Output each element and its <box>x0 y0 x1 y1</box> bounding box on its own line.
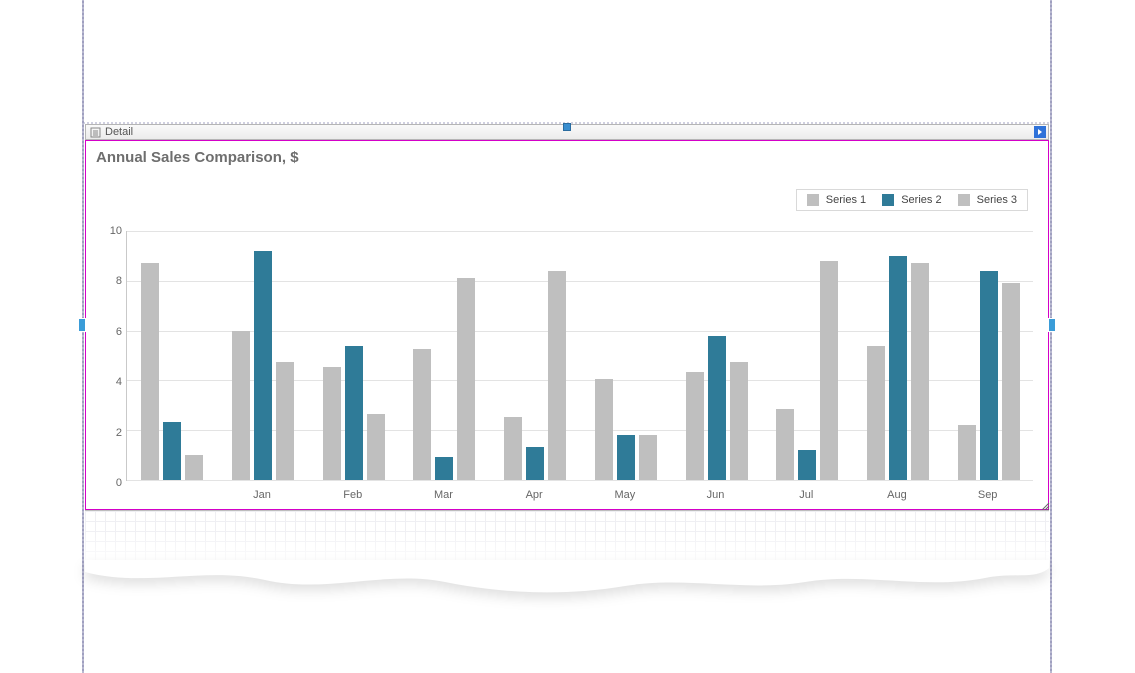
bar-series2-8 <box>889 256 907 480</box>
x-tick-label: Jan <box>253 489 271 501</box>
y-tick-label: 2 <box>108 427 122 439</box>
bar-series2-6 <box>708 336 726 480</box>
bar-series1-3 <box>413 349 431 480</box>
legend-swatch-series3 <box>958 194 970 206</box>
report-designer-surface[interactable]: Detail Annual Sales Comparison, $ Series… <box>85 124 1049 570</box>
legend-item-series3: Series 3 <box>958 194 1017 206</box>
bar-series3-4 <box>548 271 566 480</box>
detail-band-label: Detail <box>105 126 133 138</box>
legend-item-series2: Series 2 <box>882 194 941 206</box>
legend-label-series3: Series 3 <box>977 194 1017 206</box>
band-smart-tag[interactable] <box>1034 126 1046 138</box>
bar-series2-9 <box>980 271 998 480</box>
legend-swatch-series1 <box>807 194 819 206</box>
chart-plot-area <box>126 231 1033 481</box>
legend-label-series1: Series 1 <box>826 194 866 206</box>
x-tick-label: Jun <box>707 489 725 501</box>
y-tick-label: 4 <box>108 376 122 388</box>
bar-series3-1 <box>276 362 294 480</box>
y-tick-label: 10 <box>108 225 122 237</box>
bar-series2-3 <box>435 457 453 480</box>
bar-series1-1 <box>232 331 250 480</box>
x-tick-label: Feb <box>343 489 362 501</box>
bar-series3-6 <box>730 362 748 480</box>
gridline <box>127 480 1033 481</box>
y-tick-label: 6 <box>108 326 122 338</box>
x-tick-label: May <box>614 489 635 501</box>
x-tick-label: Aug <box>887 489 907 501</box>
bar-series1-6 <box>686 372 704 480</box>
bar-series1-8 <box>867 346 885 480</box>
bar-series1-9 <box>958 425 976 480</box>
selection-handle-east[interactable] <box>1048 318 1056 332</box>
band-center-handle[interactable] <box>563 123 571 131</box>
bar-series3-3 <box>457 278 475 480</box>
legend-item-series1: Series 1 <box>807 194 866 206</box>
bar-series1-2 <box>323 367 341 480</box>
bar-series3-9 <box>1002 283 1020 480</box>
x-tick-label: Mar <box>434 489 453 501</box>
bar-series2-2 <box>345 346 363 480</box>
chart-control[interactable]: Annual Sales Comparison, $ Series 1 Seri… <box>85 140 1049 510</box>
bar-series2-7 <box>798 450 816 480</box>
y-tick-label: 8 <box>108 275 122 287</box>
design-grid-area[interactable] <box>85 510 1049 570</box>
bar-series3-2 <box>367 414 385 480</box>
bar-series3-8 <box>911 263 929 480</box>
legend-label-series2: Series 2 <box>901 194 941 206</box>
bar-series3-7 <box>820 261 838 480</box>
bar-series1-0 <box>141 263 159 480</box>
bar-series2-0 <box>163 422 181 480</box>
detail-band-icon <box>90 127 101 138</box>
x-tick-label: Apr <box>526 489 543 501</box>
bar-series2-1 <box>254 251 272 480</box>
legend-swatch-series2 <box>882 194 894 206</box>
bar-series3-0 <box>185 455 203 480</box>
bar-series1-4 <box>504 417 522 480</box>
x-tick-label: Sep <box>978 489 998 501</box>
bar-series1-7 <box>776 409 794 480</box>
x-tick-label: Jul <box>799 489 813 501</box>
bar-series1-5 <box>595 379 613 480</box>
bar-series3-5 <box>639 435 657 480</box>
chart-title: Annual Sales Comparison, $ <box>86 141 1048 166</box>
selection-handle-west[interactable] <box>78 318 86 332</box>
gridline <box>127 231 1033 232</box>
chart-legend: Series 1 Series 2 Series 3 <box>796 189 1028 211</box>
bar-series2-5 <box>617 435 635 480</box>
bar-series2-4 <box>526 447 544 480</box>
detail-band-header[interactable]: Detail <box>85 124 1049 140</box>
y-tick-label: 0 <box>108 477 122 489</box>
